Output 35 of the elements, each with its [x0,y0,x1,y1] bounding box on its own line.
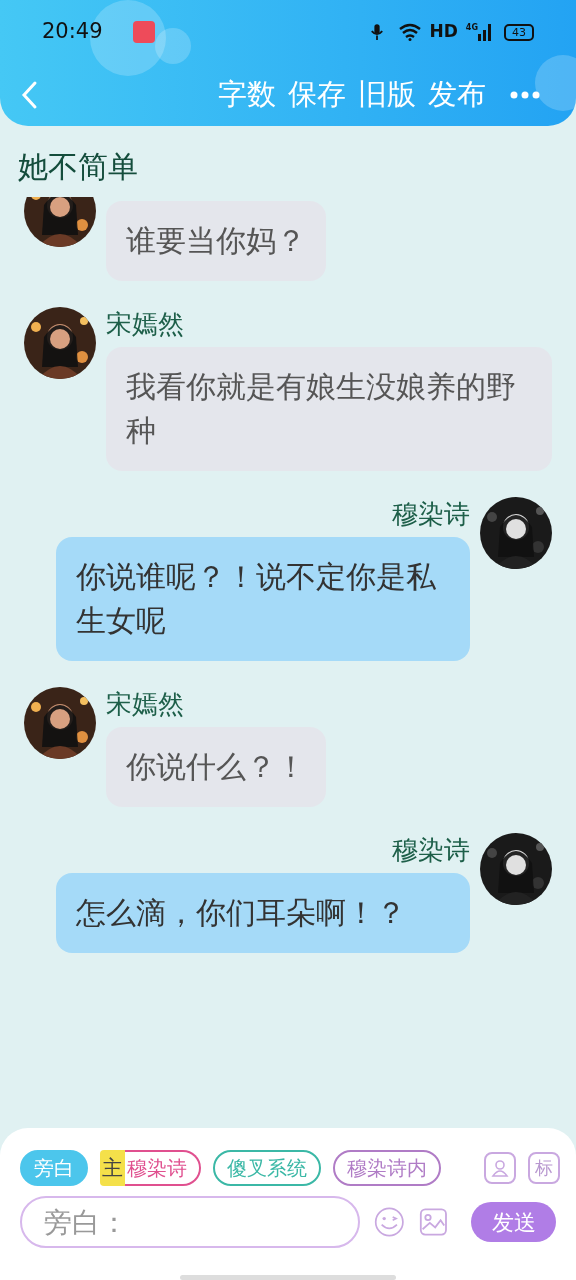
mark-button[interactable]: 标 [528,1152,560,1184]
send-button[interactable]: 发送 [471,1202,556,1242]
header-action[interactable]: 发布 [428,73,486,117]
message-bubble: 你说什么？！ [106,727,326,807]
role-chip[interactable]: 穆染诗内 [333,1150,441,1186]
signal-icon [478,23,492,41]
bubble-decoration [535,55,576,111]
message-bubble: 你说谁呢？！说不定你是私生女呢 [56,537,470,661]
role-chip[interactable]: 旁白 [20,1150,88,1186]
status-time: 20:49 [42,18,103,46]
role-chip[interactable]: 傻叉系统 [213,1150,321,1186]
more-icon[interactable] [510,91,540,99]
message-input[interactable]: 旁白： [20,1196,360,1248]
message-bubble: 我看你就是有娘生没娘养的野种 [106,347,552,471]
microphone-icon [369,23,384,41]
wifi-icon [397,23,422,41]
role-chip[interactable]: 穆染诗 [125,1150,201,1186]
speaker-name: 穆染诗 [392,498,470,531]
network-label: HD [429,20,458,44]
battery-indicator: 43 [504,23,534,41]
emoji-icon[interactable] [374,1205,405,1239]
message-bubble: 谁要当你妈？ [106,201,326,281]
app-icon [132,21,155,43]
message-bubble: 怎么滴，你们耳朵啊！？ [56,873,470,953]
speaker-name: 宋嫣然 [106,688,184,721]
header-action[interactable]: 旧版 [358,73,416,117]
speaker-name: 穆染诗 [392,834,470,867]
speaker-name: 宋嫣然 [106,308,184,341]
lead-tag: 主 [100,1150,125,1186]
cell-label: 4G [465,22,478,34]
header-action[interactable]: 保存 [288,73,346,117]
story-title: 她不简单 [17,148,139,186]
person-icon[interactable] [490,1158,510,1178]
image-icon[interactable] [418,1206,448,1238]
header-action[interactable]: 字数 [218,73,276,117]
